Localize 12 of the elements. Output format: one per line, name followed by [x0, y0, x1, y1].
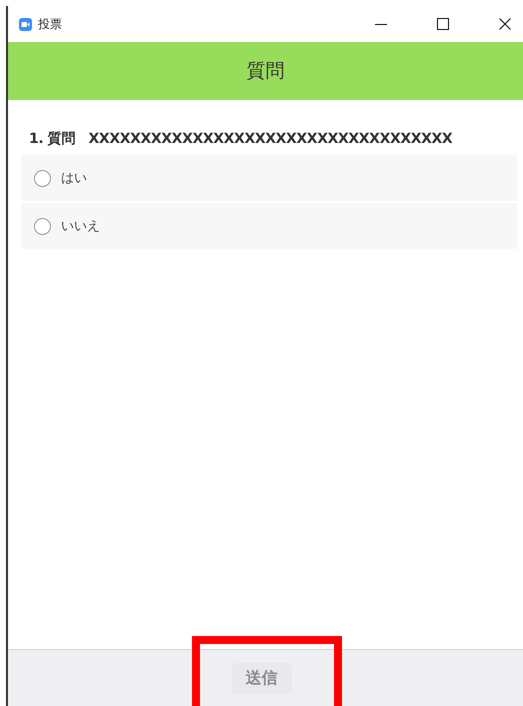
radio-button[interactable] — [34, 170, 51, 186]
radio-button[interactable] — [34, 218, 51, 234]
option-label: いいえ — [61, 218, 100, 235]
question-text: 1. 質問 XXXXXXXXXXXXXXXXXXXXXXXXXXXXXXXXXXX — [29, 130, 454, 148]
maximize-icon[interactable] — [437, 18, 449, 30]
header-title: 質問 — [246, 59, 284, 84]
option-row[interactable]: はい — [21, 155, 517, 201]
option-label: はい — [61, 170, 87, 187]
window-title: 投票 — [38, 16, 62, 32]
close-icon[interactable] — [499, 18, 511, 30]
option-row[interactable]: いいえ — [21, 203, 517, 249]
camera-icon — [19, 18, 32, 30]
